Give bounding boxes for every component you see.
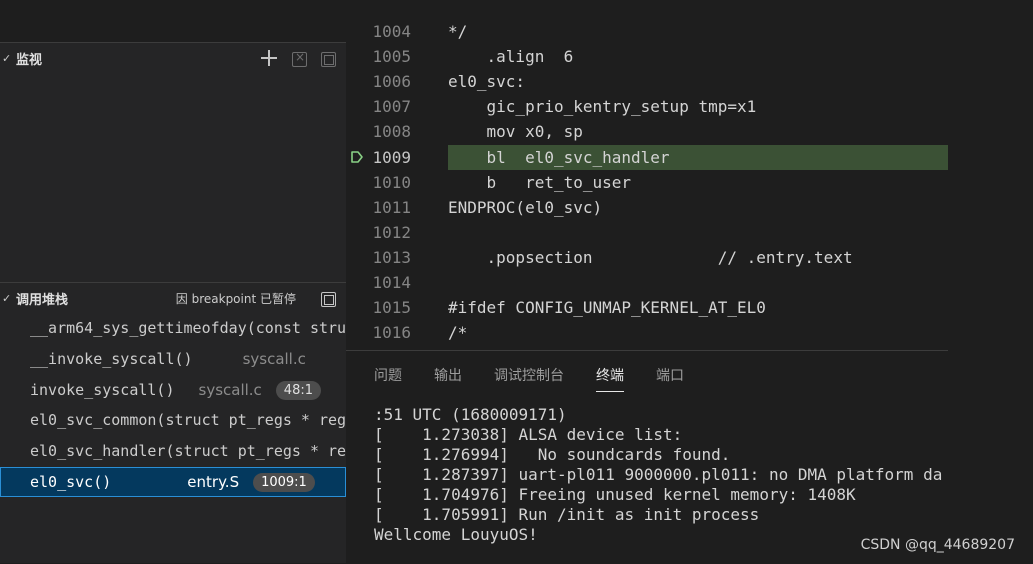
section-divider	[0, 282, 346, 283]
stack-frame[interactable]: __arm64_sys_gettimeofday(const stru	[0, 313, 346, 343]
frame-file: syscall.c	[242, 350, 306, 368]
line-number: 1007	[372, 97, 411, 116]
watch-section-header[interactable]: ✓ 监视	[0, 44, 346, 72]
terminal-line: [ 1.705991] Run /init as init process	[374, 505, 760, 524]
code-line: 1013 .popsection // .entry.text	[346, 245, 948, 270]
stack-frame-selected[interactable]: el0_svc() entry.S 1009:1	[0, 467, 346, 497]
watermark: CSDN @qq_44689207	[860, 537, 1015, 553]
tab-terminal[interactable]: 终端	[596, 365, 624, 392]
line-code: mov x0, sp	[448, 122, 583, 141]
chevron-down-icon: ✓	[2, 291, 12, 305]
terminal-line: Wellcome LouyuOS!	[374, 525, 538, 544]
panel-tabs: 问题 输出 调试控制台 终端 端口	[374, 365, 684, 392]
pause-reason: 因 breakpoint 已暂停	[175, 291, 296, 306]
frame-function: invoke_syscall()	[30, 381, 175, 399]
line-code: */	[448, 22, 468, 41]
line-number: 1013	[372, 248, 411, 267]
right-margin	[948, 0, 1033, 563]
line-number: 1009	[372, 148, 411, 167]
line-number: 1004	[372, 22, 411, 41]
bottom-panel: 问题 输出 调试控制台 终端 端口 :51 UTC (1680009171) […	[346, 350, 948, 564]
code-line: 1006 el0_svc:	[346, 69, 948, 94]
frame-file: entry.S	[187, 473, 240, 491]
frame-function: el0_svc_common(struct pt_regs * reg	[30, 411, 346, 429]
line-number: 1006	[372, 72, 411, 91]
line-number: 1012	[372, 223, 411, 242]
code-line: 1014	[346, 270, 948, 295]
tab-ports[interactable]: 端口	[656, 365, 684, 392]
code-line: 1012	[346, 220, 948, 245]
line-code: .align 6	[448, 47, 574, 66]
code-line: 1005 .align 6	[346, 44, 948, 69]
sidebar-top-strip	[0, 0, 346, 43]
code-line: 1015 #ifdef CONFIG_UNMAP_KERNEL_AT_EL0	[346, 295, 948, 320]
line-code: ENDPROC(el0_svc)	[448, 198, 603, 217]
line-number: 1008	[372, 122, 411, 141]
stack-frame[interactable]: el0_svc_common(struct pt_regs * reg	[0, 405, 346, 435]
watch-title: 监视	[16, 52, 43, 68]
frame-function: __arm64_sys_gettimeofday(const stru	[30, 319, 346, 337]
line-code: el0_svc:	[448, 72, 526, 91]
collapse-all-icon[interactable]	[321, 51, 336, 67]
line-number: 1016	[372, 323, 411, 342]
debug-sidebar: ✓ 监视 ✓ 调用堆栈 因 breakpoint 已暂停 __arm64_sys…	[0, 0, 346, 563]
frame-function: el0_svc_handler(struct pt_regs * re	[30, 442, 346, 460]
line-number: 1005	[372, 47, 411, 66]
remove-all-icon[interactable]	[292, 50, 307, 67]
terminal-line: :51 UTC (1680009171)	[374, 405, 567, 424]
line-number: 1010	[372, 173, 411, 192]
line-code: gic_prio_kentry_setup tmp=x1	[448, 97, 757, 116]
callstack-section-header[interactable]: ✓ 调用堆栈 因 breakpoint 已暂停	[0, 284, 346, 312]
frame-function: __invoke_syscall()	[30, 350, 193, 368]
line-code: /*	[448, 323, 468, 342]
stack-frame[interactable]: invoke_syscall() syscall.c 48:1	[0, 375, 346, 405]
line-number: 1015	[372, 298, 411, 317]
terminal-line: [ 1.276994] No soundcards found.	[374, 445, 731, 464]
tab-problems[interactable]: 问题	[374, 365, 402, 392]
stack-frame[interactable]: __invoke_syscall() syscall.c	[0, 344, 346, 374]
line-code: .popsection // .entry.text	[448, 248, 853, 267]
chevron-down-icon: ✓	[2, 51, 12, 65]
line-number: 1014	[372, 273, 411, 292]
stack-frame[interactable]: el0_svc_handler(struct pt_regs * re	[0, 436, 346, 466]
line-code: #ifdef CONFIG_UNMAP_KERNEL_AT_EL0	[448, 298, 766, 317]
code-line: 1007 gic_prio_kentry_setup tmp=x1	[346, 94, 948, 119]
callstack-actions	[321, 290, 336, 307]
frame-function: el0_svc()	[30, 473, 112, 491]
add-expression-icon[interactable]	[260, 49, 278, 67]
tab-debug-console[interactable]: 调试控制台	[494, 365, 564, 392]
code-line: 1010 b ret_to_user	[346, 170, 948, 195]
frame-file: syscall.c	[198, 381, 262, 399]
collapse-stack-icon[interactable]	[321, 291, 336, 307]
frame-position-badge: 48:1	[275, 380, 321, 400]
line-code: b ret_to_user	[448, 173, 632, 192]
callstack-title: 调用堆栈	[16, 292, 69, 308]
terminal-line: [ 1.273038] ALSA device list:	[374, 425, 683, 444]
line-code: bl el0_svc_handler	[448, 148, 670, 167]
watch-actions	[260, 49, 336, 67]
terminal-line: [ 1.287397] uart-pl011 9000000.pl011: no…	[374, 465, 943, 484]
code-line: 1016 /*	[346, 320, 948, 345]
frame-position-badge: 1009:1	[253, 472, 315, 492]
current-execution-line: 1009 bl el0_svc_handler	[346, 145, 948, 170]
code-editor[interactable]: 1004 */ 1005 .align 6 1006 el0_svc: 1007…	[346, 0, 948, 350]
code-line: 1004 */	[346, 19, 948, 44]
code-line: 1011 ENDPROC(el0_svc)	[346, 195, 948, 220]
line-number: 1011	[372, 198, 411, 217]
code-line: 1008 mov x0, sp	[346, 119, 948, 144]
tab-output[interactable]: 输出	[434, 365, 462, 392]
terminal-line: [ 1.704976] Freeing unused kernel memory…	[374, 485, 856, 504]
